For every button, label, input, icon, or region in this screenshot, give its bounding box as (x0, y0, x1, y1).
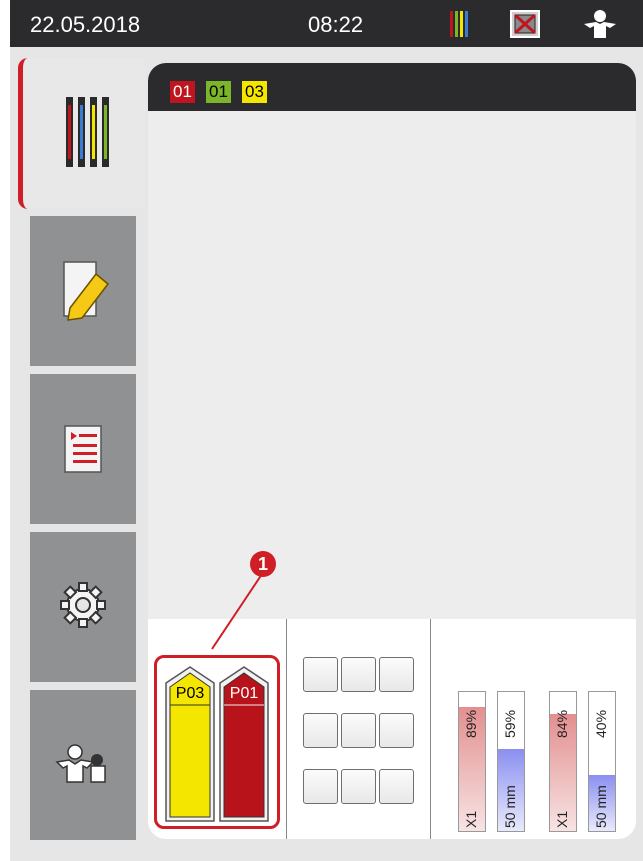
cover-glass-level: 59% 50 mm (497, 691, 525, 832)
tab-status[interactable] (18, 58, 145, 209)
level-type: 50 mm (502, 785, 518, 828)
cover-glass-level: 40% 50 mm (588, 691, 616, 832)
user-icon[interactable] (580, 8, 620, 40)
drawer-label: P03 (175, 685, 205, 702)
level-type: X1 (554, 810, 570, 828)
slot[interactable] (303, 657, 338, 692)
program-chip[interactable]: 03 (242, 81, 267, 103)
divider (286, 619, 287, 839)
panel-header: 01 01 03 (148, 63, 636, 111)
level-percent: 84% (554, 709, 570, 738)
tab-user[interactable] (30, 690, 136, 840)
level-type: X1 (463, 810, 479, 828)
tab-reagent-list[interactable] (30, 374, 136, 524)
level-type: 50 mm (593, 785, 609, 828)
list-icon (64, 425, 102, 473)
no-connection-icon[interactable] (509, 8, 541, 40)
slot[interactable] (379, 657, 414, 692)
time-display: 08:22 (308, 12, 364, 37)
drawer-p01[interactable]: P01 (218, 663, 270, 823)
user-settings-icon (55, 744, 106, 783)
cover-material-level: 89% X1 (458, 691, 486, 832)
slot[interactable] (303, 713, 338, 748)
level-percent: 40% (593, 709, 609, 738)
reagent-racks-icon[interactable] (447, 8, 473, 40)
cover-material-level: 84% X1 (549, 691, 577, 832)
drawer-p03[interactable]: P03 (164, 663, 216, 823)
divider (430, 619, 431, 839)
level-percent: 59% (502, 709, 518, 738)
tab-program-list[interactable] (30, 216, 136, 366)
slot[interactable] (379, 769, 414, 804)
reagent-racks-icon (66, 97, 109, 167)
slot[interactable] (341, 657, 376, 692)
drawer-status-area: P03 P01 89% X1 59% 50 mm 84% X1 40% 50 m… (148, 619, 636, 839)
status-panel: 01 01 03 P03 P01 89% X1 59% 50 mm 84% X1… (148, 63, 636, 839)
program-chip[interactable]: 01 (206, 81, 231, 103)
slot[interactable] (341, 713, 376, 748)
level-percent: 89% (463, 709, 479, 738)
program-chip[interactable]: 01 (170, 81, 195, 103)
gear-icon (60, 582, 106, 628)
slot[interactable] (379, 713, 414, 748)
notepad-edit-icon (63, 261, 110, 321)
slot[interactable] (303, 769, 338, 804)
status-bar: 22.05.2018 08:22 (10, 0, 643, 47)
slot[interactable] (341, 769, 376, 804)
drawer-label: P01 (229, 685, 259, 702)
tab-settings[interactable] (30, 532, 136, 682)
date-display: 22.05.2018 (30, 12, 141, 37)
